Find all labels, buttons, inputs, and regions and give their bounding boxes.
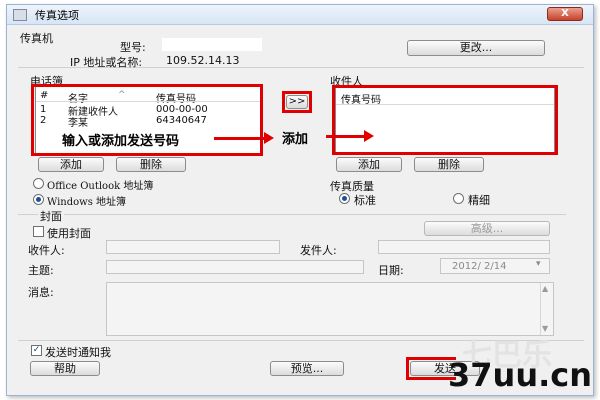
fax-icon bbox=[13, 9, 27, 21]
cover-sender-field[interactable] bbox=[378, 240, 550, 254]
quality-standard-label: 标准 bbox=[354, 194, 376, 207]
col-number: 传真号码 bbox=[156, 94, 196, 105]
preview-button[interactable]: 预览... bbox=[270, 361, 344, 376]
row-1-index: 1 bbox=[40, 104, 47, 115]
transfer-highlight bbox=[282, 91, 312, 113]
sort-chevron-icon: ^ bbox=[118, 90, 126, 100]
model-value bbox=[162, 38, 262, 51]
row-2-number[interactable]: 64340647 bbox=[156, 115, 207, 126]
change-button[interactable]: 更改... bbox=[407, 40, 545, 56]
site-watermark: 37uu.cn bbox=[448, 356, 592, 394]
recipients-annotation: 添加 bbox=[282, 132, 309, 147]
row-2-index: 2 bbox=[40, 115, 47, 126]
header-divider bbox=[36, 101, 260, 102]
cover-group-divider bbox=[18, 214, 566, 215]
use-cover-checkbox[interactable] bbox=[33, 226, 44, 237]
ip-label: IP 地址或名称: bbox=[70, 56, 143, 69]
recipients-delete-button[interactable]: 删除 bbox=[414, 157, 484, 172]
quality-fine-radio[interactable] bbox=[453, 193, 464, 204]
recipients-header-divider bbox=[336, 104, 554, 105]
cover-sender-label: 发件人: bbox=[300, 244, 337, 257]
outlook-source-label: Office Outlook 地址簿 bbox=[47, 181, 154, 192]
col-index: # bbox=[40, 90, 49, 101]
row-2-name[interactable]: 李某 bbox=[68, 114, 88, 129]
phonebook-add-button[interactable]: 添加 bbox=[38, 157, 104, 172]
window-title: 传真选项 bbox=[35, 9, 79, 22]
close-button[interactable]: X bbox=[547, 7, 583, 21]
scroll-up-icon[interactable]: ▲ bbox=[542, 284, 548, 293]
phonebook-delete-button[interactable]: 删除 bbox=[116, 157, 186, 172]
outlook-source-radio[interactable] bbox=[33, 178, 44, 189]
help-button[interactable]: 帮助 bbox=[30, 361, 100, 376]
cover-subject-label: 主题: bbox=[28, 264, 54, 277]
ip-value: 109.52.14.13 bbox=[166, 54, 240, 67]
cover-group-title: 封面 bbox=[38, 208, 64, 224]
windows-source-radio[interactable] bbox=[33, 194, 44, 205]
use-cover-label: 使用封面 bbox=[47, 227, 91, 240]
annotation-arrow-icon-1 bbox=[264, 132, 274, 144]
title-bar bbox=[7, 5, 593, 25]
row-1-number[interactable]: 000-00-00 bbox=[156, 104, 208, 115]
advanced-button[interactable]: 高级... bbox=[424, 221, 550, 236]
cover-message-label: 消息: bbox=[28, 286, 54, 299]
notify-checkbox[interactable]: ✓ bbox=[31, 345, 42, 356]
annotation-arrow-line-2 bbox=[326, 135, 366, 138]
quality-fine-label: 精细 bbox=[468, 194, 490, 207]
recipients-add-button[interactable]: 添加 bbox=[336, 157, 402, 172]
cover-date-value: 2012/ 2/14 bbox=[452, 261, 507, 272]
windows-source-label: Windows 地址簿 bbox=[47, 197, 127, 208]
cover-date-label: 日期: bbox=[378, 264, 404, 277]
cover-recipient-field[interactable] bbox=[106, 240, 280, 254]
annotation-arrow-icon-2 bbox=[364, 130, 374, 142]
cover-recipient-label: 收件人: bbox=[28, 244, 65, 257]
model-label: 型号: bbox=[120, 41, 146, 54]
annotation-arrow-line-1 bbox=[214, 137, 266, 140]
phonebook-annotation: 输入或添加发送号码 bbox=[62, 134, 180, 149]
cover-message-field[interactable] bbox=[106, 282, 554, 336]
quality-standard-radio[interactable] bbox=[339, 193, 350, 204]
notify-label: 发送时通知我 bbox=[45, 346, 111, 359]
date-dropdown-icon[interactable]: ▾ bbox=[536, 259, 541, 269]
cover-subject-field[interactable] bbox=[106, 260, 364, 274]
